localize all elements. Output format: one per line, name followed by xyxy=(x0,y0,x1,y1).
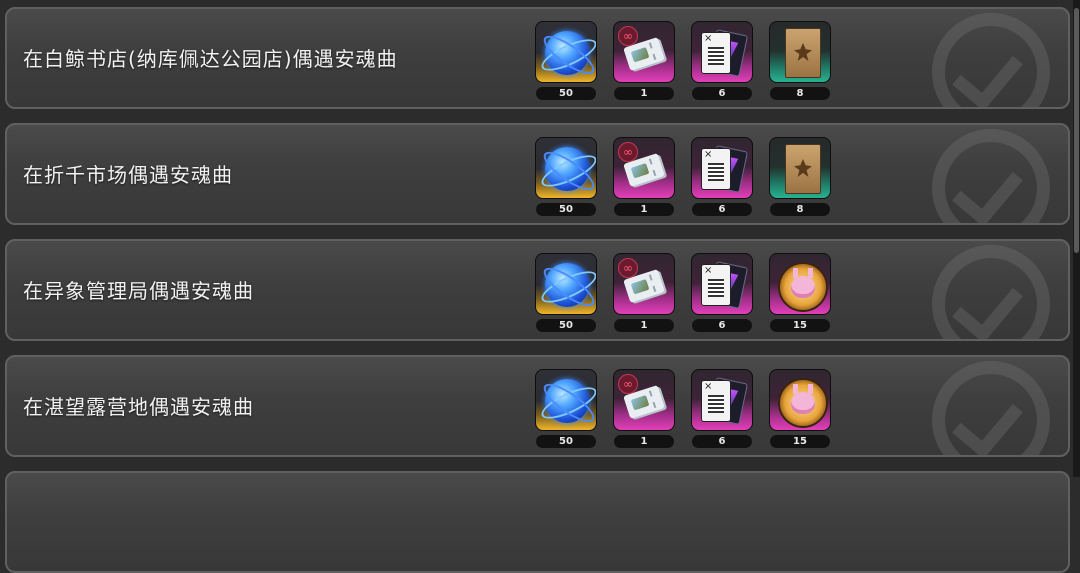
completed-check-icon xyxy=(932,129,1050,223)
reward-tile xyxy=(769,137,831,199)
parchment-icon xyxy=(785,28,821,78)
reward-item[interactable]: 6 xyxy=(691,369,755,451)
reward-item[interactable]: 6 xyxy=(691,137,755,219)
blue-orb-icon xyxy=(545,31,589,75)
reward-count: 1 xyxy=(614,319,674,332)
reward-tile xyxy=(535,369,597,431)
reward-tile: ∞ xyxy=(613,253,675,315)
quest-row[interactable] xyxy=(5,471,1070,573)
completed-check-icon xyxy=(932,13,1050,107)
infinity-icon: ∞ xyxy=(618,374,638,394)
quest-row[interactable]: 在白鲸书店(纳库佩达公园店)偶遇安魂曲 50 ∞ 1 6 8 xyxy=(5,7,1070,109)
reward-tile xyxy=(691,369,753,431)
reward-count: 50 xyxy=(536,87,596,100)
reward-count: 1 xyxy=(614,87,674,100)
reward-count: 1 xyxy=(614,203,674,216)
blue-orb-icon xyxy=(545,147,589,191)
reward-item[interactable]: 15 xyxy=(769,253,833,335)
reward-item[interactable]: ∞ 1 xyxy=(613,21,677,103)
reward-tile xyxy=(769,253,831,315)
reward-count: 6 xyxy=(692,203,752,216)
blue-orb-icon xyxy=(545,379,589,423)
reward-count: 6 xyxy=(692,319,752,332)
quest-row[interactable]: 在异象管理局偶遇安魂曲 50 ∞ 1 6 15 xyxy=(5,239,1070,341)
reward-tile xyxy=(769,369,831,431)
infinity-icon: ∞ xyxy=(618,258,638,278)
reward-count: 6 xyxy=(692,435,752,448)
quest-row[interactable]: 在折千市场偶遇安魂曲 50 ∞ 1 6 8 xyxy=(5,123,1070,225)
reward-tile xyxy=(691,21,753,83)
reward-tile xyxy=(535,137,597,199)
cards-icon xyxy=(701,264,731,306)
scrollbar[interactable] xyxy=(1073,0,1080,477)
blue-orb-icon xyxy=(545,263,589,307)
reward-tile xyxy=(769,21,831,83)
quest-row[interactable]: 在湛望露营地偶遇安魂曲 50 ∞ 1 6 15 xyxy=(5,355,1070,457)
quest-title: 在异象管理局偶遇安魂曲 xyxy=(23,279,254,303)
reward-item[interactable]: ∞ 1 xyxy=(613,137,677,219)
reward-tile: ∞ xyxy=(613,137,675,199)
parchment-icon xyxy=(785,144,821,194)
reward-item[interactable]: 50 xyxy=(535,369,599,451)
quest-title: 在折千市场偶遇安魂曲 xyxy=(23,163,233,187)
reward-item[interactable]: 6 xyxy=(691,21,755,103)
reward-count: 15 xyxy=(770,319,830,332)
infinity-icon: ∞ xyxy=(618,26,638,46)
reward-item[interactable]: 6 xyxy=(691,253,755,335)
cards-icon xyxy=(701,32,731,74)
reward-item[interactable]: 8 xyxy=(769,137,833,219)
reward-tile: ∞ xyxy=(613,21,675,83)
reward-count: 50 xyxy=(536,435,596,448)
reward-count: 50 xyxy=(536,319,596,332)
reward-count: 8 xyxy=(770,203,830,216)
reward-tile xyxy=(535,253,597,315)
reward-count: 15 xyxy=(770,435,830,448)
reward-tile xyxy=(691,253,753,315)
quest-list: 在白鲸书店(纳库佩达公园店)偶遇安魂曲 50 ∞ 1 6 8 在折千市场偶遇安魂… xyxy=(0,0,1073,573)
reward-item[interactable]: 50 xyxy=(535,253,599,335)
completed-check-icon xyxy=(932,361,1050,455)
reward-item[interactable]: 50 xyxy=(535,21,599,103)
reward-count: 8 xyxy=(770,87,830,100)
reward-count: 6 xyxy=(692,87,752,100)
medal-icon xyxy=(778,378,828,428)
cards-icon xyxy=(701,380,731,422)
reward-item[interactable]: 8 xyxy=(769,21,833,103)
medal-icon xyxy=(778,262,828,312)
reward-tile xyxy=(535,21,597,83)
reward-tile xyxy=(691,137,753,199)
scrollbar-thumb[interactable] xyxy=(1074,8,1079,253)
reward-item[interactable]: ∞ 1 xyxy=(613,253,677,335)
reward-tile: ∞ xyxy=(613,369,675,431)
cards-icon xyxy=(701,148,731,190)
reward-item[interactable]: ∞ 1 xyxy=(613,369,677,451)
infinity-icon: ∞ xyxy=(618,142,638,162)
reward-count: 1 xyxy=(614,435,674,448)
completed-check-icon xyxy=(932,245,1050,339)
reward-item[interactable]: 15 xyxy=(769,369,833,451)
quest-title: 在湛望露营地偶遇安魂曲 xyxy=(23,395,254,419)
quest-title: 在白鲸书店(纳库佩达公园店)偶遇安魂曲 xyxy=(23,47,398,71)
reward-count: 50 xyxy=(536,203,596,216)
reward-item[interactable]: 50 xyxy=(535,137,599,219)
